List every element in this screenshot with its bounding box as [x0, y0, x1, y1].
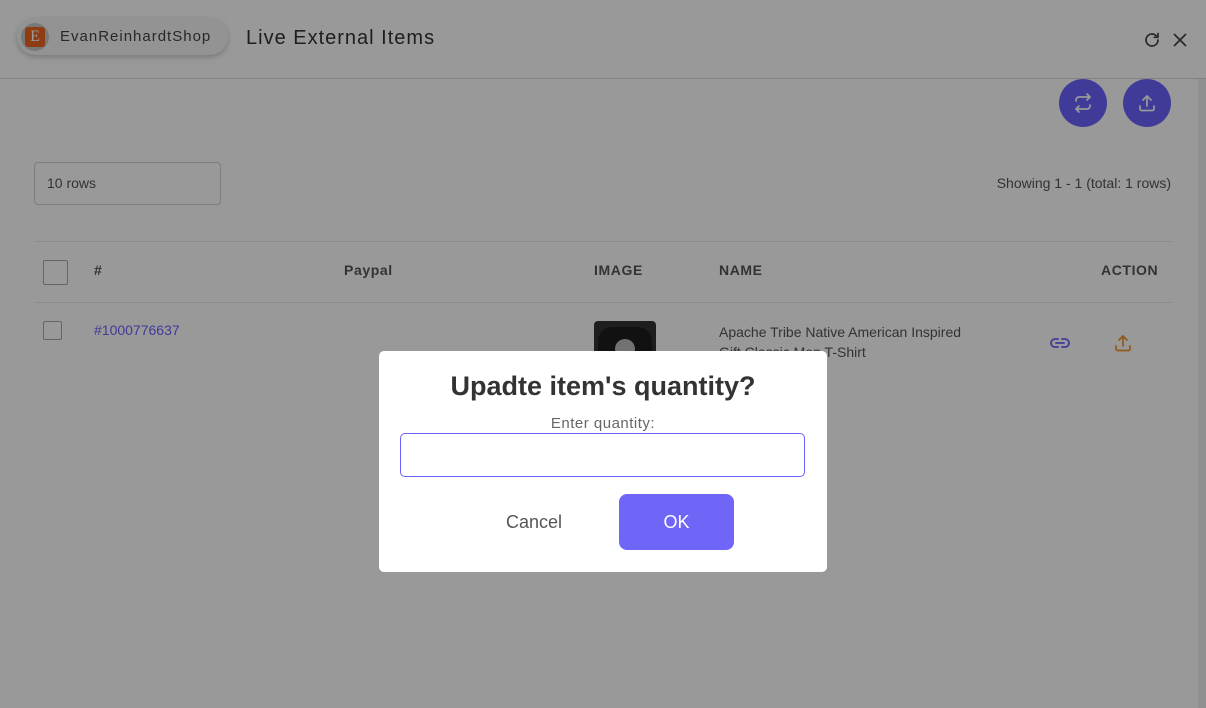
ok-button[interactable]: OK [619, 494, 734, 550]
quantity-label: Enter quantity: [550, 415, 656, 432]
cancel-button[interactable]: Cancel [481, 494, 587, 550]
quantity-dialog: Upadte item's quantity? Enter quantity: … [379, 351, 827, 572]
quantity-input[interactable] [400, 433, 805, 477]
dialog-title: Upadte item's quantity? [450, 371, 756, 401]
